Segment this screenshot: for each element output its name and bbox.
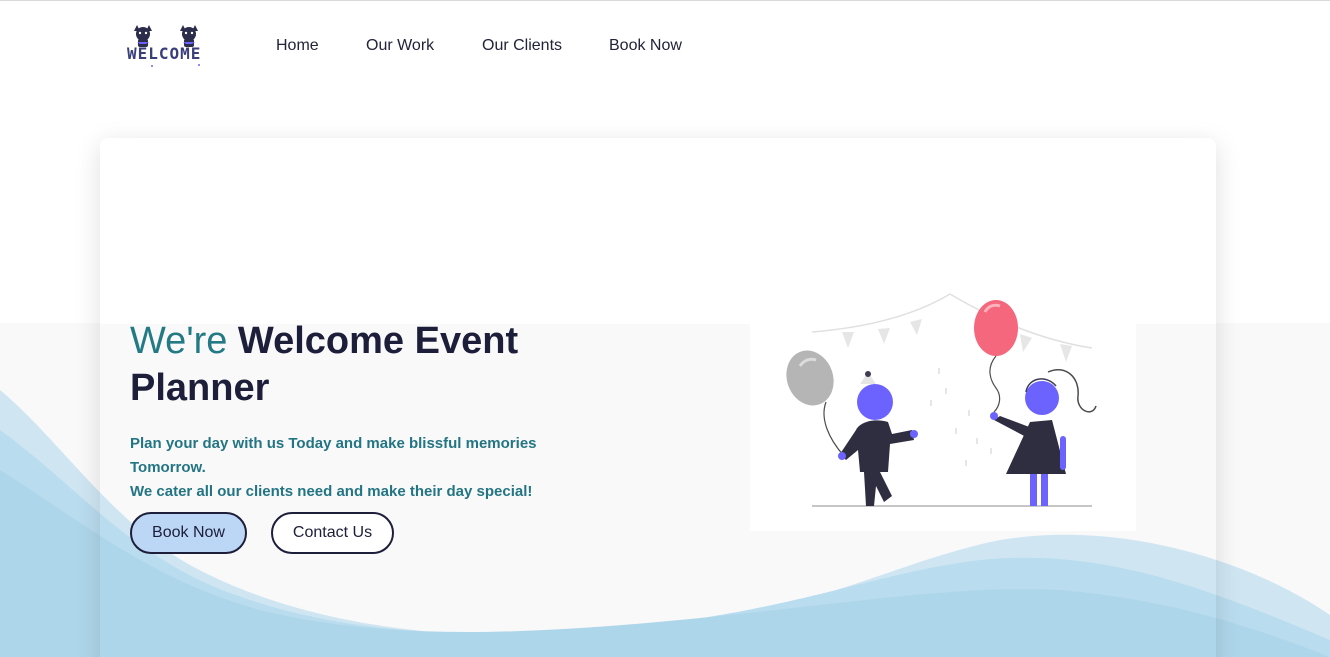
kids-with-balloons-illustration <box>786 293 1097 507</box>
site-logo[interactable]: WELCOME <box>124 22 210 70</box>
nav-link-book-now[interactable]: Book Now <box>609 37 682 55</box>
contact-us-button[interactable]: Contact Us <box>271 512 394 554</box>
hero-subtitle-line-2: We cater all our clients need and make t… <box>130 483 533 500</box>
nav-link-our-clients[interactable]: Our Clients <box>482 37 562 55</box>
logo-text: WELCOME <box>127 44 202 63</box>
nav-link-home[interactable]: Home <box>276 37 319 55</box>
hero-title: We're Welcome Event Planner <box>130 318 650 412</box>
nav-link-our-work[interactable]: Our Work <box>366 37 434 55</box>
hero-subtitle-line-1: Plan your day with us Today and make bli… <box>130 435 537 476</box>
hero-title-accent: We're <box>130 320 228 362</box>
navbar: WELCOME Home Our Work Our Clients Book N… <box>0 2 1330 90</box>
page: WELCOME Home Our Work Our Clients Book N… <box>0 0 1330 657</box>
hero-subtitle: Plan your day with us Today and make bli… <box>130 432 590 504</box>
book-now-button[interactable]: Book Now <box>130 512 247 554</box>
